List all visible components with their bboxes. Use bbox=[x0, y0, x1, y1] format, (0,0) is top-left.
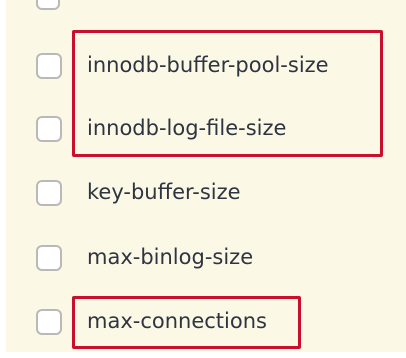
checkbox-innodb-log-file-size[interactable] bbox=[36, 116, 62, 142]
option-label[interactable]: key-buffer-size bbox=[87, 178, 241, 206]
checkbox-key-buffer-size[interactable] bbox=[36, 180, 62, 206]
option-row-key-buffer-size[interactable]: key-buffer-size bbox=[6, 167, 406, 217]
options-panel: innodb-buffer-pool-size innodb-log-file-… bbox=[6, 0, 406, 352]
option-row-max-binlog-size[interactable]: max-binlog-size bbox=[6, 232, 406, 282]
checkbox-partially-visible[interactable] bbox=[36, 0, 60, 10]
checkbox-innodb-buffer-pool-size[interactable] bbox=[36, 53, 62, 79]
highlight-box-innodb-options bbox=[72, 30, 383, 157]
option-label[interactable]: max-binlog-size bbox=[87, 243, 253, 271]
checkbox-max-binlog-size[interactable] bbox=[36, 245, 62, 271]
highlight-box-max-connections bbox=[72, 296, 301, 349]
checkbox-max-connections[interactable] bbox=[36, 309, 62, 335]
